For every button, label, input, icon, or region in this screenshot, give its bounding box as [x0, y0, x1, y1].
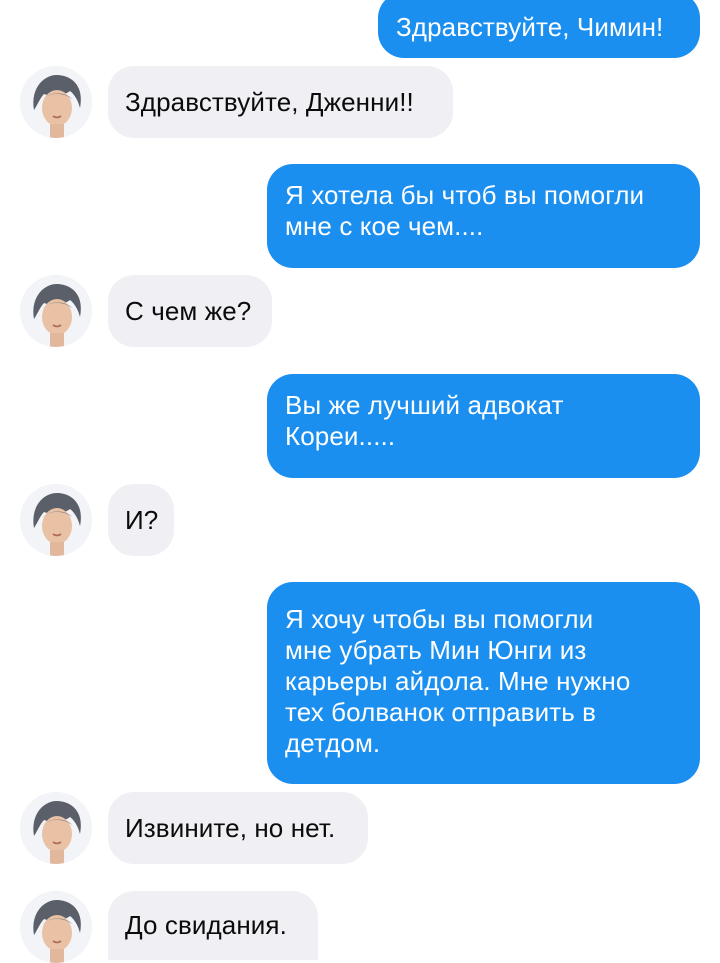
contact-avatar[interactable] — [20, 484, 92, 556]
contact-photo-icon — [20, 891, 92, 963]
message-sent[interactable]: Вы же лучший адвокат Кореи..... — [267, 374, 700, 478]
contact-photo-icon — [20, 66, 92, 138]
contact-photo-icon — [20, 792, 92, 864]
contact-photo-icon — [20, 275, 92, 347]
contact-avatar[interactable] — [20, 66, 92, 138]
message-received[interactable]: И? — [108, 484, 174, 556]
contact-avatar[interactable] — [20, 792, 92, 864]
message-received[interactable]: Здравствуйте, Дженни!! — [108, 66, 453, 138]
message-sent[interactable]: Я хочу чтобы вы помогли мне убрать Мин Ю… — [267, 582, 700, 784]
message-sent[interactable]: Я хотела бы чтоб вы помогли мне с кое че… — [267, 164, 700, 268]
contact-avatar[interactable] — [20, 275, 92, 347]
message-received[interactable]: Извините, но нет. — [108, 792, 368, 864]
contact-avatar[interactable] — [20, 891, 92, 963]
conversation-thread: Здравствуйте, Чимин! Здравствуйте, Дженн… — [0, 0, 720, 963]
message-received[interactable]: До свидания. — [108, 891, 318, 960]
message-received[interactable]: С чем же? — [108, 275, 272, 347]
message-sent[interactable]: Здравствуйте, Чимин! — [378, 0, 700, 58]
contact-photo-icon — [20, 484, 92, 556]
